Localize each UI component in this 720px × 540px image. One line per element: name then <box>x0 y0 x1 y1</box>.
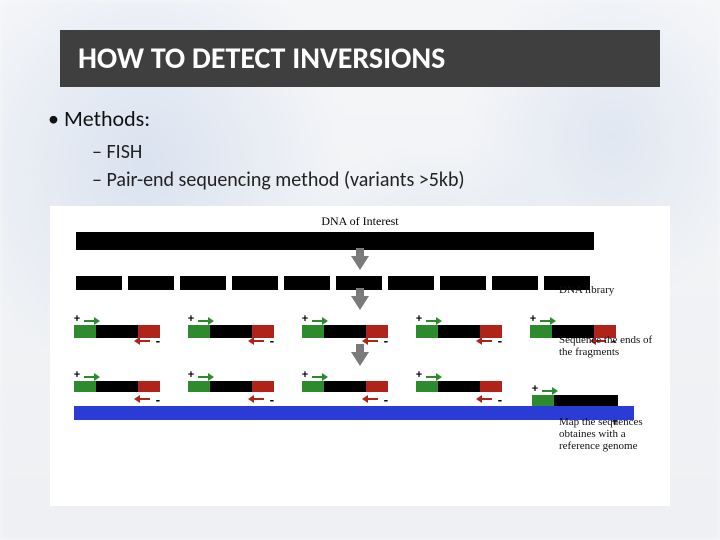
fragment <box>128 276 174 290</box>
map-reference-label: Map the sequences obtaines with a refere… <box>559 416 664 452</box>
mapped-fragment: + - <box>74 372 160 402</box>
sequenced-fragment: + - <box>74 316 160 346</box>
fragment <box>492 276 538 290</box>
fragment <box>76 276 122 290</box>
sequenced-fragment: + - <box>416 316 502 346</box>
slide-title: HOW TO DETECT INVERSIONS <box>60 30 660 87</box>
reference-genome-bar <box>74 406 634 420</box>
sequenced-fragment: + - <box>188 316 274 346</box>
dna-of-interest-label: DNA of Interest <box>56 214 664 229</box>
minus-strand-label: - <box>156 333 160 350</box>
slide-content: HOW TO DETECT INVERSIONS Methods: FISH P… <box>0 0 720 540</box>
sequence-ends-label: Sequence the ends of the fragments <box>559 334 664 358</box>
mapped-fragment: + - <box>416 372 502 402</box>
fragment <box>180 276 226 290</box>
arrow-down-icon <box>351 296 369 310</box>
mapped-fragment: + - <box>188 372 274 402</box>
forward-primer-arrow-icon <box>84 317 100 325</box>
dna-bar <box>76 232 594 250</box>
bullet-pairend: Pair-end sequencing method (variants >5k… <box>40 168 680 192</box>
bullet-fish: FISH <box>40 140 680 164</box>
pairend-diagram: DNA of Interest DNA library + - <box>50 206 670 506</box>
mapped-fragment: + - <box>302 372 388 402</box>
plus-strand-label: + <box>74 312 80 326</box>
arrow-down-icon <box>351 352 369 366</box>
fragment <box>284 276 330 290</box>
dna-library-label: DNA library <box>559 284 664 296</box>
fragment <box>232 276 278 290</box>
reverse-primer-arrow-icon <box>134 337 150 345</box>
fragment <box>440 276 486 290</box>
fragment <box>388 276 434 290</box>
bullet-methods: Methods: <box>40 105 680 132</box>
sequenced-fragment: + - <box>302 316 388 346</box>
arrow-down-icon <box>351 256 369 270</box>
